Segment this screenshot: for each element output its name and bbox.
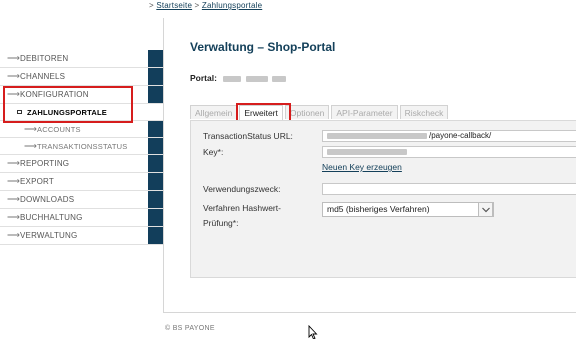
tab-bar: Allgemein Erweitert Optionen API-Paramet… xyxy=(190,105,450,120)
redacted-url xyxy=(327,132,427,139)
hash-label: Verfahren Hashwert- Prüfung*: xyxy=(203,203,281,228)
sidebar-item-export[interactable]: ⟶ EXPORT xyxy=(0,173,163,191)
sidebar-item-downloads[interactable]: ⟶ DOWNLOADS xyxy=(0,191,163,209)
sidebar-accent-bar xyxy=(148,68,163,85)
redacted-portal-name xyxy=(245,75,268,82)
sidebar-item-label: CHANNELS xyxy=(20,72,66,81)
breadcrumb-separator: > xyxy=(149,1,154,10)
sidebar-accent-bar xyxy=(148,173,163,190)
sidebar-item-label: REPORTING xyxy=(20,159,70,168)
key-label: Key*: xyxy=(203,147,224,157)
sidebar-accent-bar xyxy=(148,86,163,103)
portal-row: Portal: xyxy=(190,73,287,83)
purpose-input[interactable] xyxy=(322,183,576,195)
arrow-right-icon: ⟶ xyxy=(7,158,21,168)
chevron-down-icon[interactable] xyxy=(478,202,493,217)
page-title: Verwaltung – Shop-Portal xyxy=(190,40,336,54)
hash-label-line2: Prüfung*: xyxy=(203,218,239,228)
arrow-right-icon: ⟶ xyxy=(7,176,21,186)
redacted-portal-name xyxy=(223,75,242,82)
sidebar-accent-bar xyxy=(148,121,163,137)
footer-copyright: © BS PAYONE xyxy=(165,325,215,332)
sidebar-item-accounts[interactable]: ⟶ ACCOUNTS xyxy=(0,121,163,138)
tab-riskcheck[interactable]: Riskcheck xyxy=(399,105,449,119)
sidebar-accent-bar xyxy=(148,155,163,172)
status-url-value: /payone-callback/ xyxy=(429,131,492,140)
redacted-key xyxy=(327,148,407,155)
sidebar-item-label: VERWALTUNG xyxy=(20,231,78,240)
sidebar-item-buchhaltung[interactable]: ⟶ BUCHHALTUNG xyxy=(0,209,163,227)
tab-api-parameter[interactable]: API-Parameter xyxy=(331,105,398,119)
sidebar-item-label: TRANSAKTIONSSTATUS xyxy=(37,141,128,151)
arrow-right-icon: ⟶ xyxy=(7,212,21,222)
sidebar-accent-bar xyxy=(148,50,163,67)
key-input[interactable] xyxy=(322,146,576,158)
purpose-label: Verwendungszweck: xyxy=(203,184,281,194)
sidebar-item-transaktionsstatus[interactable]: ⟶ TRANSAKTIONSSTATUS xyxy=(0,138,163,155)
tab-allgemein[interactable]: Allgemein xyxy=(190,105,238,119)
breadcrumb: > Startseite > Zahlungsportale xyxy=(149,1,262,10)
arrow-right-icon: ⟶ xyxy=(7,71,21,81)
hash-method-value: md5 (bisheriges Verfahren) xyxy=(327,204,430,214)
highlight-box-konfiguration xyxy=(3,86,133,123)
breadcrumb-home-link[interactable]: Startseite xyxy=(156,1,192,10)
arrow-right-icon: ⟶ xyxy=(7,230,21,240)
portal-label: Portal: xyxy=(190,73,217,83)
arrow-right-icon: ⟶ xyxy=(24,123,38,134)
generate-key-link[interactable]: Neuen Key erzeugen xyxy=(322,162,402,172)
breadcrumb-current-link[interactable]: Zahlungsportale xyxy=(202,1,262,10)
sidebar-accent-bar xyxy=(148,191,163,208)
status-url-input[interactable]: /payone-callback/ xyxy=(322,130,576,142)
sidebar-accent-bar xyxy=(148,138,163,154)
status-url-label: TransactionStatus URL: xyxy=(203,131,293,141)
redacted-portal-name xyxy=(272,75,287,82)
tab-optionen[interactable]: Optionen xyxy=(284,105,330,119)
sidebar-item-channels[interactable]: ⟶ CHANNELS xyxy=(0,68,163,86)
main-panel: Verwaltung – Shop-Portal Portal: Allgeme… xyxy=(163,18,576,313)
hash-label-line1: Verfahren Hashwert- xyxy=(203,203,281,213)
sidebar-item-label: ACCOUNTS xyxy=(37,124,81,134)
sidebar-nav: ⟶ DEBITOREN ⟶ CHANNELS ⟶ KONFIGURATION Z… xyxy=(0,50,163,245)
sidebar-item-verwaltung[interactable]: ⟶ VERWALTUNG xyxy=(0,227,163,245)
sidebar-item-label: DOWNLOADS xyxy=(20,195,75,204)
settings-form: TransactionStatus URL: /payone-callback/… xyxy=(190,120,576,278)
sidebar-item-label: DEBITOREN xyxy=(20,54,69,63)
sidebar-accent-bar xyxy=(148,209,163,226)
arrow-right-icon: ⟶ xyxy=(24,140,38,151)
mouse-cursor-icon xyxy=(308,324,318,339)
sidebar-item-label: EXPORT xyxy=(20,177,54,186)
arrow-right-icon: ⟶ xyxy=(7,53,21,63)
breadcrumb-separator: > xyxy=(194,1,200,10)
arrow-right-icon: ⟶ xyxy=(7,194,21,204)
sidebar-item-label: BUCHHALTUNG xyxy=(20,213,83,222)
sidebar-item-debitoren[interactable]: ⟶ DEBITOREN xyxy=(0,50,163,68)
sidebar-item-reporting[interactable]: ⟶ REPORTING xyxy=(0,155,163,173)
sidebar-accent-bar xyxy=(148,227,163,244)
hash-method-select[interactable]: md5 (bisheriges Verfahren) xyxy=(322,202,494,217)
